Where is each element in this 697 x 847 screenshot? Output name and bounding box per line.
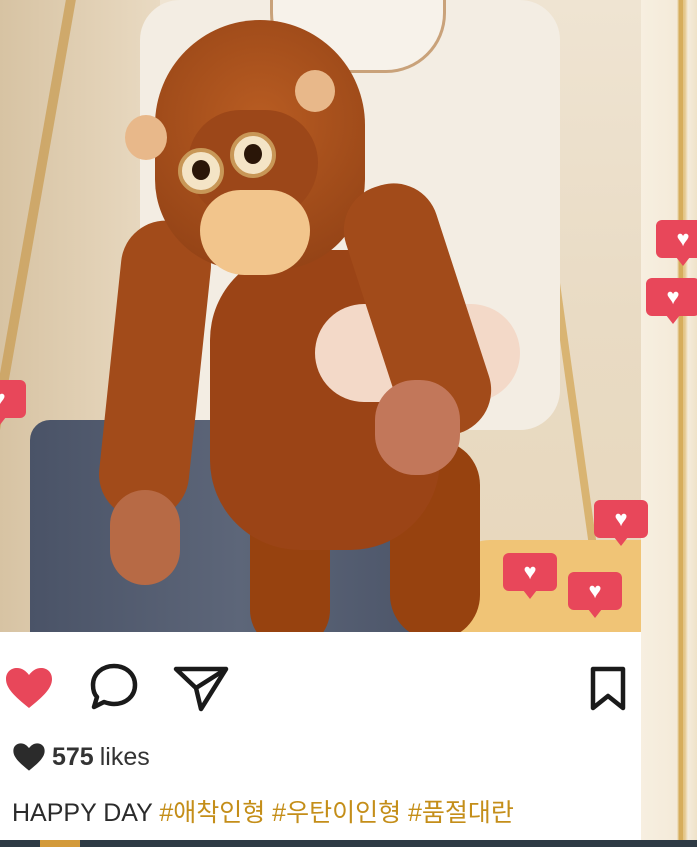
post-photo[interactable]	[0, 0, 641, 632]
plush-left-hand	[110, 490, 180, 585]
share-paper-plane-icon[interactable]	[172, 664, 230, 714]
likes-count[interactable]: 575	[52, 743, 94, 772]
plush-right-eye	[230, 132, 276, 178]
plush-right-ear	[295, 70, 335, 112]
likes-label: likes	[99, 742, 150, 771]
heart-notification-bubble: ♥	[568, 572, 622, 618]
plush-left-eye	[178, 148, 224, 194]
white-heart-icon: ♥	[523, 559, 537, 584]
caption-text: HAPPY DAY	[12, 799, 153, 827]
white-heart-icon: ♥	[588, 578, 602, 603]
hashtag-link[interactable]: #우탄이인형	[272, 799, 401, 827]
heart-notification-bubble: ♥	[0, 380, 26, 426]
heart-notification-bubble: ♥	[646, 278, 697, 324]
white-heart-icon: ♥	[676, 226, 690, 251]
plush-left-ear	[125, 115, 167, 160]
small-heart-icon	[13, 743, 45, 771]
heart-notification-bubble: ♥	[503, 553, 557, 599]
bookmark-icon[interactable]	[588, 666, 628, 712]
orangutan-plush-toy	[94, 20, 520, 632]
frame-gold-line	[679, 0, 683, 847]
right-frame-strip	[641, 0, 697, 847]
hashtag-link[interactable]: #애착인형	[159, 799, 265, 827]
comment-bubble-icon[interactable]	[88, 662, 140, 712]
plush-muzzle	[200, 190, 310, 275]
plush-left-arm	[94, 216, 216, 524]
likes-row: 575 likes	[12, 740, 150, 774]
plush-right-hand	[375, 380, 460, 475]
white-heart-icon: ♥	[0, 388, 6, 410]
like-heart-icon[interactable]	[4, 666, 54, 710]
post-caption: HAPPY DAY #애착인형 #우탄이인형 #품절대란	[12, 793, 514, 829]
bottom-edge-bar	[0, 840, 697, 847]
hashtag-link[interactable]: #품절대란	[408, 799, 514, 827]
white-heart-icon: ♥	[666, 284, 680, 309]
heart-notification-bubble: ♥	[656, 220, 697, 266]
heart-notification-bubble: ♥	[594, 500, 648, 546]
white-heart-icon: ♥	[614, 506, 628, 531]
